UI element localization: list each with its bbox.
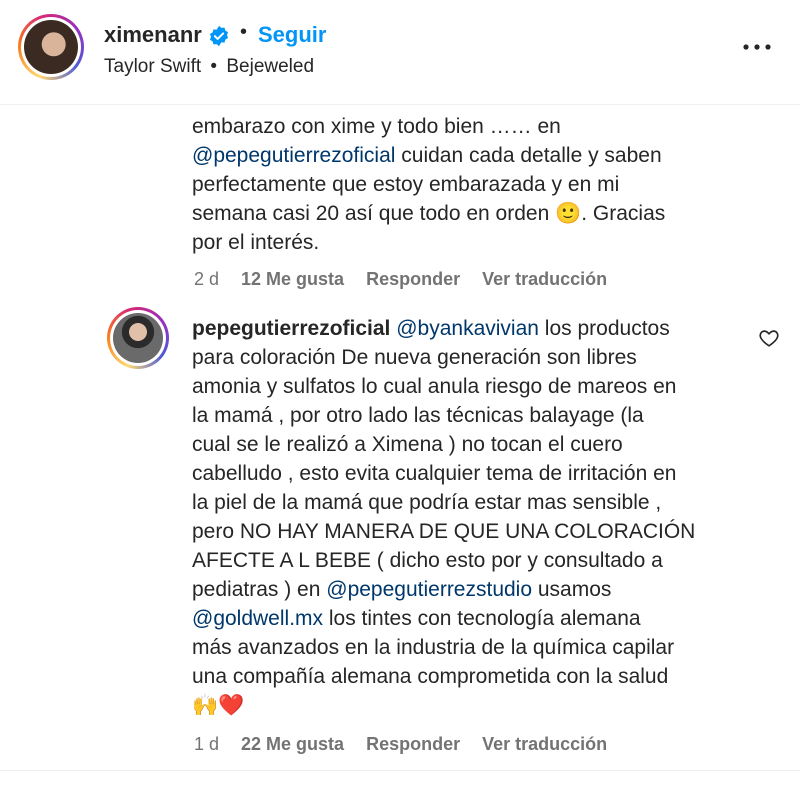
- more-options-icon[interactable]: [740, 30, 774, 64]
- mention-link[interactable]: @goldwell.mx: [192, 607, 323, 630]
- comment-line: semana casi 20 así que todo en orden 🙂. …: [192, 199, 752, 228]
- comment-text-segment: cabelludo , esto evita cualquier tema de…: [192, 462, 677, 485]
- comment-meta: 2 d 12 Me gusta Responder Ver traducción: [194, 269, 607, 290]
- comment-text-segment: cual se le realizó a Ximena ) no tocan e…: [192, 433, 623, 456]
- comment-line: pero NO HAY MANERA DE QUE UNA COLORACIÓN: [192, 517, 752, 546]
- song-info[interactable]: Taylor Swift • Bejeweled: [104, 56, 314, 78]
- comment-likes[interactable]: 12 Me gusta: [241, 269, 344, 290]
- verified-badge-icon: [209, 25, 229, 47]
- comment-line: pediatras ) en @pepegutierrezstudio usam…: [192, 575, 752, 604]
- separator-dot: •: [240, 21, 248, 43]
- post-header: ximenanr • Seguir Taylor Swift • Bejewel…: [0, 0, 800, 104]
- translate-button[interactable]: Ver traducción: [482, 269, 607, 290]
- comment-line: @pepegutierrezoficial cuidan cada detall…: [192, 141, 752, 170]
- comment-text-segment: 🙌❤️: [192, 694, 245, 717]
- comment-line: la mamá , por otro lado las técnicas bal…: [192, 401, 752, 430]
- song-separator: •: [210, 56, 218, 77]
- song-title[interactable]: Bejeweled: [226, 56, 314, 77]
- comment-text-segment: una compañía alemana comprometida con la…: [192, 665, 669, 688]
- comment-time[interactable]: 2 d: [194, 269, 219, 290]
- comment-time[interactable]: 1 d: [194, 734, 219, 755]
- comment-line: amonia y sulfatos lo cual anula riesgo d…: [192, 372, 752, 401]
- comment-text-segment: los productos: [538, 317, 670, 340]
- comment-line: más avanzados en la industria de la quím…: [192, 633, 752, 662]
- comment-text-segment: embarazo con xime y todo bien …… en: [192, 115, 561, 138]
- comment-line: @goldwell.mx los tintes con tecnología a…: [192, 604, 752, 633]
- commenter-avatar[interactable]: [107, 307, 169, 369]
- comment-line: perfectamente que estoy embarazada y en …: [192, 170, 752, 199]
- comment-text-segment: pero NO HAY MANERA DE QUE UNA COLORACIÓN: [192, 520, 696, 543]
- comment-text-segment: semana casi 20 así que todo en orden 🙂. …: [192, 202, 666, 225]
- comment-line: cabelludo , esto evita cualquier tema de…: [192, 459, 752, 488]
- translate-button[interactable]: Ver traducción: [482, 734, 607, 755]
- comment-text: embarazo con xime y todo bien …… en @pepe…: [192, 112, 752, 257]
- comment-text: pepegutierrezoficial @byankavivian los p…: [192, 314, 752, 720]
- comment-line: pepegutierrezoficial @byankavivian los p…: [192, 314, 752, 343]
- comment-text-segment: por el interés.: [192, 231, 320, 254]
- mention-link[interactable]: @byankavivian: [396, 317, 539, 340]
- comment-text-segment: los tintes con tecnología alemana: [323, 607, 641, 630]
- comment-text-segment: usamos: [532, 578, 612, 601]
- comment-text-segment: la piel de la mamá que podría estar mas …: [192, 491, 662, 514]
- comment-line: AFECTE A L BEBE ( dicho esto por y consu…: [192, 546, 752, 575]
- reply-button[interactable]: Responder: [366, 734, 460, 755]
- mention-link[interactable]: @pepegutierrezoficial: [192, 144, 395, 167]
- comment-line: cual se le realizó a Ximena ) no tocan e…: [192, 430, 752, 459]
- comment-text-segment: más avanzados en la industria de la quím…: [192, 636, 675, 659]
- author-avatar[interactable]: [18, 14, 84, 80]
- comment-text-segment: amonia y sulfatos lo cual anula riesgo d…: [192, 375, 677, 398]
- comment-line: la piel de la mamá que podría estar mas …: [192, 488, 752, 517]
- comment-text-segment: para coloración De nueva generación son …: [192, 346, 637, 369]
- comment-text-segment: AFECTE A L BEBE ( dicho esto por y consu…: [192, 549, 663, 572]
- comment-text-segment: cuidan cada detalle y saben: [395, 144, 662, 167]
- comment-line: por el interés.: [192, 228, 752, 257]
- commenter-username[interactable]: pepegutierrezoficial: [192, 317, 390, 340]
- heart-outline-icon[interactable]: [758, 327, 780, 349]
- comment-line: embarazo con xime y todo bien …… en: [192, 112, 752, 141]
- header-divider: [0, 104, 800, 105]
- mention-link[interactable]: @pepegutierrezstudio: [326, 578, 532, 601]
- follow-button[interactable]: Seguir: [258, 22, 326, 48]
- comment-divider: [0, 770, 800, 771]
- comment-likes[interactable]: 22 Me gusta: [241, 734, 344, 755]
- author-username[interactable]: ximenanr: [104, 22, 202, 48]
- comment-text-segment: perfectamente que estoy embarazada y en …: [192, 173, 620, 196]
- comment-text-segment: pediatras ) en: [192, 578, 327, 601]
- reply-button[interactable]: Responder: [366, 269, 460, 290]
- comment-line: para coloración De nueva generación son …: [192, 343, 752, 372]
- comment-line: 🙌❤️: [192, 691, 752, 720]
- comment-line: una compañía alemana comprometida con la…: [192, 662, 752, 691]
- comment-meta: 1 d 22 Me gusta Responder Ver traducción: [194, 734, 607, 755]
- song-artist[interactable]: Taylor Swift: [104, 56, 201, 77]
- comment-text-segment: la mamá , por otro lado las técnicas bal…: [192, 404, 644, 427]
